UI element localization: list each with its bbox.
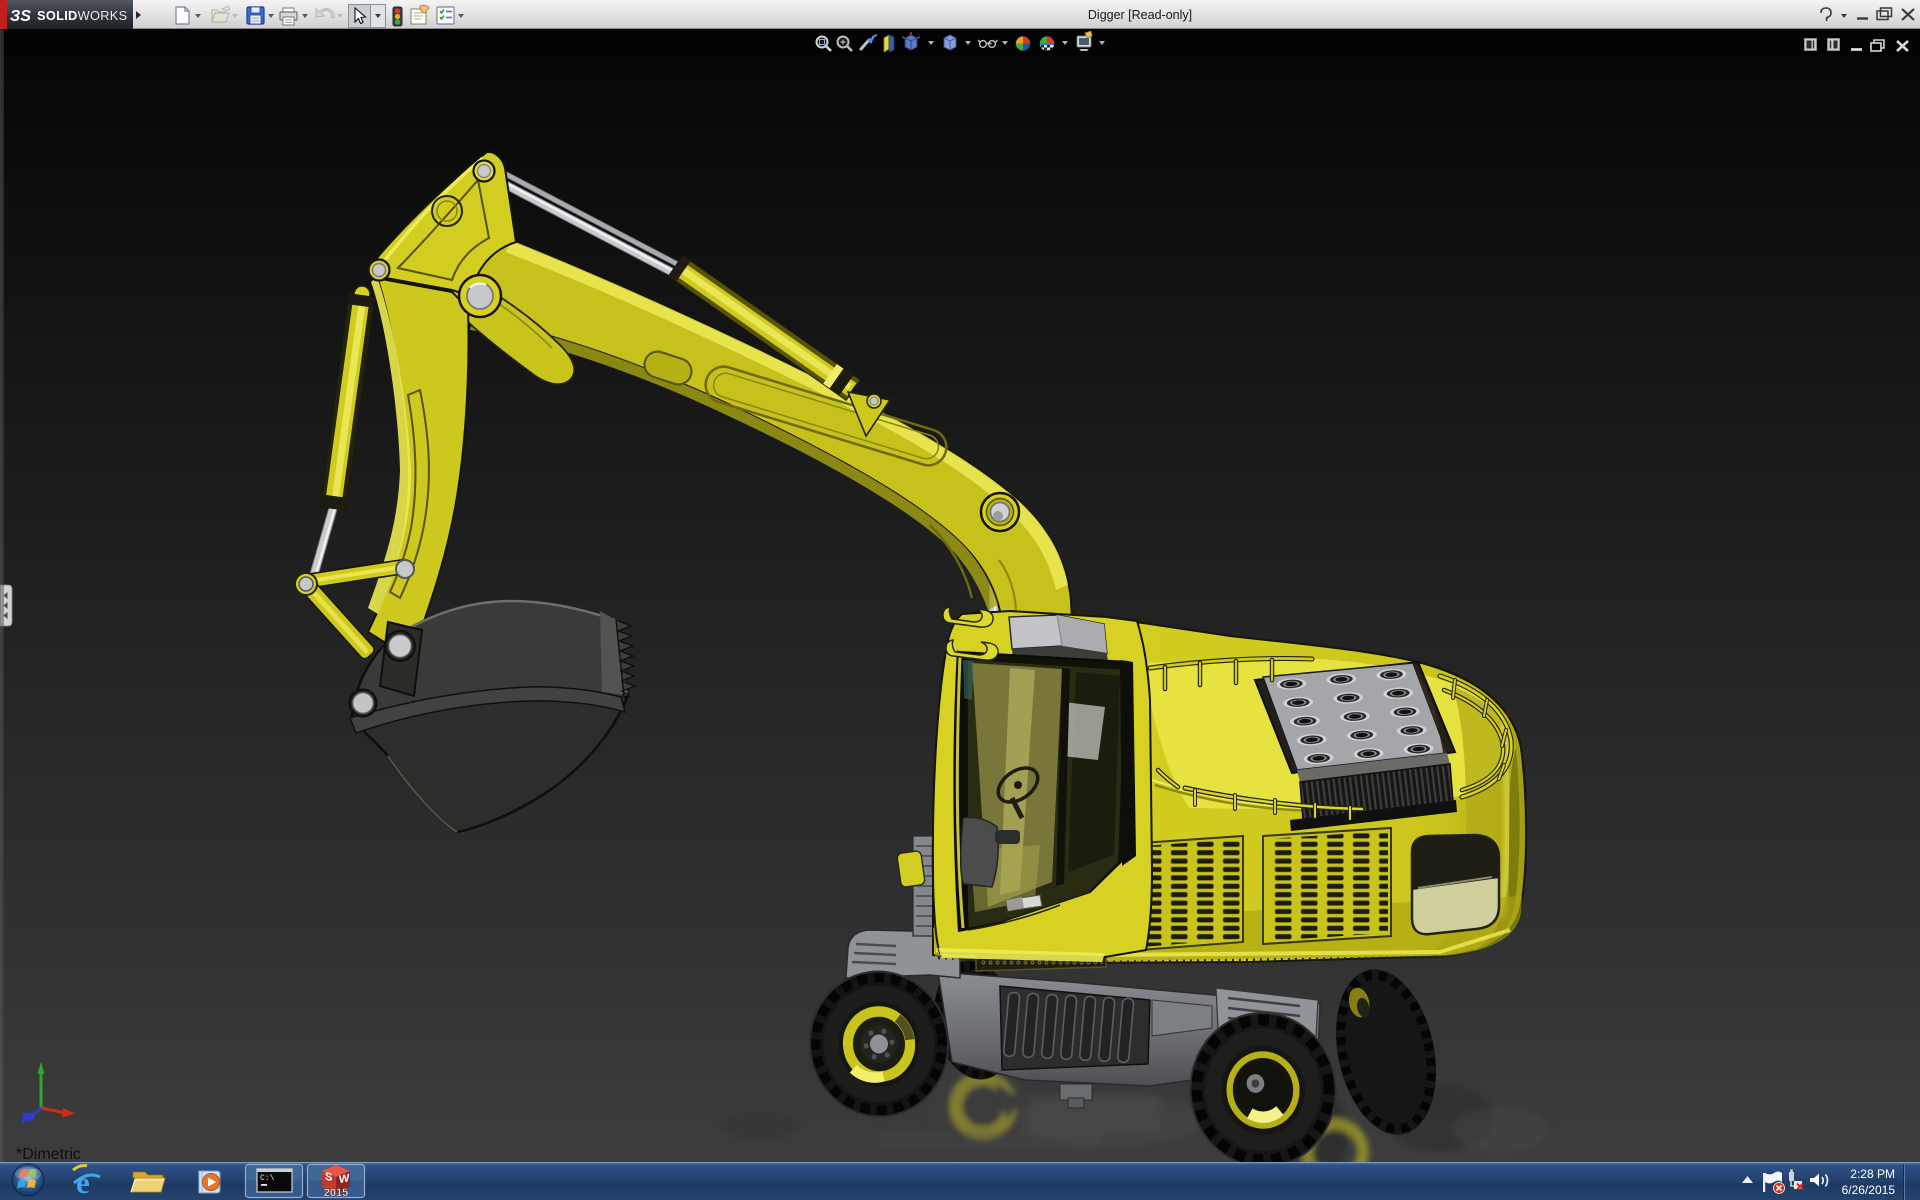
svg-text:Digger [Read-only]: Digger [Read-only] [1088, 8, 1192, 22]
svg-text:S: S [325, 1171, 332, 1184]
svg-text:*Dimetric: *Dimetric [16, 1146, 81, 1163]
svg-text:SOLIDWORKS: SOLIDWORKS [37, 8, 127, 23]
svg-text:e: e [76, 1165, 90, 1200]
svg-text:ЗS: ЗS [10, 8, 31, 25]
svg-text:2015: 2015 [324, 1187, 348, 1199]
svg-text:C:\: C:\ [260, 1174, 275, 1183]
svg-text:W: W [339, 1172, 350, 1186]
svg-text:6/26/2015: 6/26/2015 [1842, 1183, 1896, 1197]
svg-text:2:28 PM: 2:28 PM [1850, 1167, 1895, 1181]
